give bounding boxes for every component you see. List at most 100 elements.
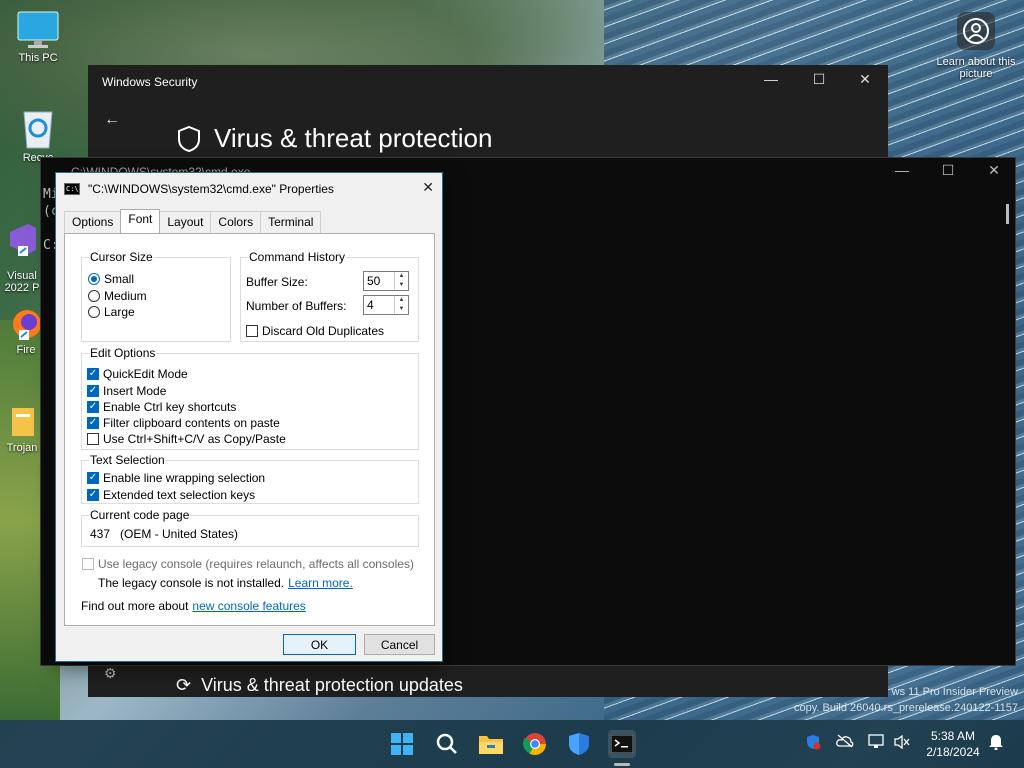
- chrome-icon[interactable]: [521, 730, 549, 758]
- back-arrow-icon[interactable]: ←: [104, 111, 120, 129]
- cursor-size-small[interactable]: Small: [88, 272, 134, 286]
- cmd-icon: C:\: [64, 182, 80, 195]
- buffer-size-value: 50: [367, 274, 381, 288]
- quickedit-option[interactable]: ✓ QuickEdit Mode: [87, 367, 188, 381]
- desktop-icon-visual-studio[interactable]: Visual 2022 P: [2, 210, 42, 294]
- checkbox[interactable]: ✓: [87, 489, 99, 501]
- num-buffers-value: 4: [367, 298, 374, 312]
- cancel-button[interactable]: Cancel: [364, 634, 435, 655]
- desktop-icon-label: Trojan: [6, 442, 38, 454]
- edit-options-label: Edit Options: [89, 346, 157, 360]
- new-console-features-link[interactable]: new console features: [192, 599, 305, 613]
- tab-options[interactable]: Options: [64, 211, 122, 233]
- checkbox[interactable]: ✓: [87, 368, 99, 380]
- notification-bell-icon[interactable]: [988, 734, 1004, 753]
- option-label: Large: [104, 305, 135, 319]
- legacy-note: The legacy console is not installed. Lea…: [98, 576, 353, 590]
- checkbox[interactable]: ✓: [87, 401, 99, 413]
- find-out-text: Find out more about: [81, 599, 189, 613]
- gear-icon[interactable]: ⚙: [104, 665, 117, 682]
- buffer-size-label: Buffer Size:: [246, 275, 308, 289]
- insert-mode-option[interactable]: ✓ Insert Mode: [87, 384, 166, 398]
- cursor-size-medium[interactable]: Medium: [88, 289, 147, 303]
- clock-date: 2/18/2024: [926, 745, 980, 759]
- firefox-icon: [13, 310, 41, 340]
- extended-keys-option[interactable]: ✓ Extended text selection keys: [87, 488, 255, 502]
- checkbox[interactable]: ✓: [87, 472, 99, 484]
- checkbox[interactable]: [87, 433, 99, 445]
- option-label: Medium: [104, 289, 147, 303]
- spin-arrows-icon[interactable]: ▲ ▼: [394, 296, 408, 314]
- tab-colors[interactable]: Colors: [210, 211, 262, 233]
- ok-button[interactable]: OK: [283, 634, 356, 655]
- radio-button[interactable]: [88, 306, 100, 318]
- maximize-icon[interactable]: ☐: [796, 71, 842, 88]
- taskbar-clock[interactable]: 5:38 AM 2/18/2024: [918, 728, 988, 760]
- cursor-size-label: Cursor Size: [89, 250, 154, 264]
- checkbox[interactable]: [246, 325, 258, 337]
- line-wrap-option[interactable]: ✓ Enable line wrapping selection: [87, 471, 265, 485]
- checkbox[interactable]: ✓: [87, 417, 99, 429]
- desktop-icon-recycle-bin[interactable]: Recyc: [6, 106, 70, 164]
- minimize-icon[interactable]: —: [748, 71, 794, 87]
- learn-more-link[interactable]: Learn more.: [288, 576, 353, 590]
- cloud-offline-icon[interactable]: [836, 734, 854, 751]
- taskbar: 5:38 AM 2/18/2024: [0, 720, 1024, 768]
- search-icon[interactable]: [433, 730, 461, 758]
- code-page-label: Current code page: [89, 508, 191, 522]
- option-label: Filter clipboard contents on paste: [103, 416, 280, 430]
- file-explorer-icon[interactable]: [477, 730, 505, 758]
- dialog-tabs: Options Font Layout Colors Terminal: [64, 209, 322, 233]
- security-warning-icon[interactable]: [805, 734, 821, 753]
- close-icon[interactable]: ✕: [842, 71, 888, 88]
- buffer-size-stepper[interactable]: 50 ▲ ▼: [363, 271, 409, 291]
- minimize-icon[interactable]: —: [879, 162, 925, 178]
- learn-about-picture[interactable]: Learn about this picture: [936, 12, 1016, 80]
- security-heading-text: Virus & threat protection: [214, 123, 493, 153]
- desktop-icon-trojan[interactable]: Trojan: [0, 404, 44, 454]
- command-history-label: Command History: [248, 250, 347, 264]
- desktop-icon-label: This PC: [18, 52, 58, 64]
- cursor-size-large[interactable]: Large: [88, 305, 135, 319]
- desktop-icon-this-pc[interactable]: This PC: [6, 10, 70, 64]
- close-icon[interactable]: ✕: [971, 162, 1017, 179]
- checkbox[interactable]: [82, 558, 94, 570]
- num-buffers-stepper[interactable]: 4 ▲ ▼: [363, 295, 409, 315]
- windows-security-icon[interactable]: [565, 730, 593, 758]
- ctrl-shift-copy-option[interactable]: Use Ctrl+Shift+C/V as Copy/Paste: [87, 432, 286, 446]
- tab-layout[interactable]: Layout: [159, 211, 212, 233]
- close-icon[interactable]: ✕: [422, 179, 434, 196]
- radio-button[interactable]: [88, 273, 100, 285]
- windows-logo-icon: [391, 733, 413, 755]
- visual-studio-icon: [10, 224, 36, 256]
- ctrl-shortcuts-option[interactable]: ✓ Enable Ctrl key shortcuts: [87, 400, 236, 414]
- discard-duplicates-option[interactable]: Discard Old Duplicates: [246, 324, 384, 338]
- security-updates-text: Virus & threat protection updates: [201, 675, 463, 695]
- option-label: Enable line wrapping selection: [103, 471, 266, 485]
- filter-clipboard-option[interactable]: ✓ Filter clipboard contents on paste: [87, 416, 280, 430]
- legacy-note-text: The legacy console is not installed.: [98, 576, 285, 590]
- option-label: QuickEdit Mode: [103, 367, 188, 381]
- monitor-icon: [17, 11, 59, 48]
- terminal-icon[interactable]: [608, 730, 636, 758]
- edit-options-group: Edit Options ✓ QuickEdit Mode ✓ Insert M…: [81, 346, 419, 450]
- legacy-console-option[interactable]: Use legacy console (requires relaunch, a…: [82, 557, 414, 571]
- maximize-icon[interactable]: ☐: [925, 162, 971, 179]
- checkbox[interactable]: ✓: [87, 385, 99, 397]
- network-icon[interactable]: [868, 734, 886, 753]
- shield-icon: [178, 125, 200, 152]
- tab-terminal[interactable]: Terminal: [260, 211, 322, 233]
- find-out-more: Find out more about new console features: [81, 599, 306, 613]
- volume-muted-icon[interactable]: [893, 734, 911, 753]
- cmd-scrollbar[interactable]: [1006, 204, 1009, 224]
- spin-arrows-icon[interactable]: ▲ ▼: [394, 272, 408, 290]
- watermark-line: copy. Build 26040.rs_prerelease.240122-1…: [793, 702, 1018, 714]
- desktop-icon-label: Fire: [16, 344, 36, 356]
- radio-button[interactable]: [88, 290, 100, 302]
- num-buffers-label: Number of Buffers:: [246, 299, 347, 313]
- dialog-title: "C:\WINDOWS\system32\cmd.exe" Properties: [88, 181, 334, 196]
- folder-icon: [12, 408, 34, 436]
- tab-font[interactable]: Font: [120, 209, 161, 233]
- properties-dialog: C:\ "C:\WINDOWS\system32\cmd.exe" Proper…: [55, 172, 443, 662]
- start-button[interactable]: [388, 730, 416, 758]
